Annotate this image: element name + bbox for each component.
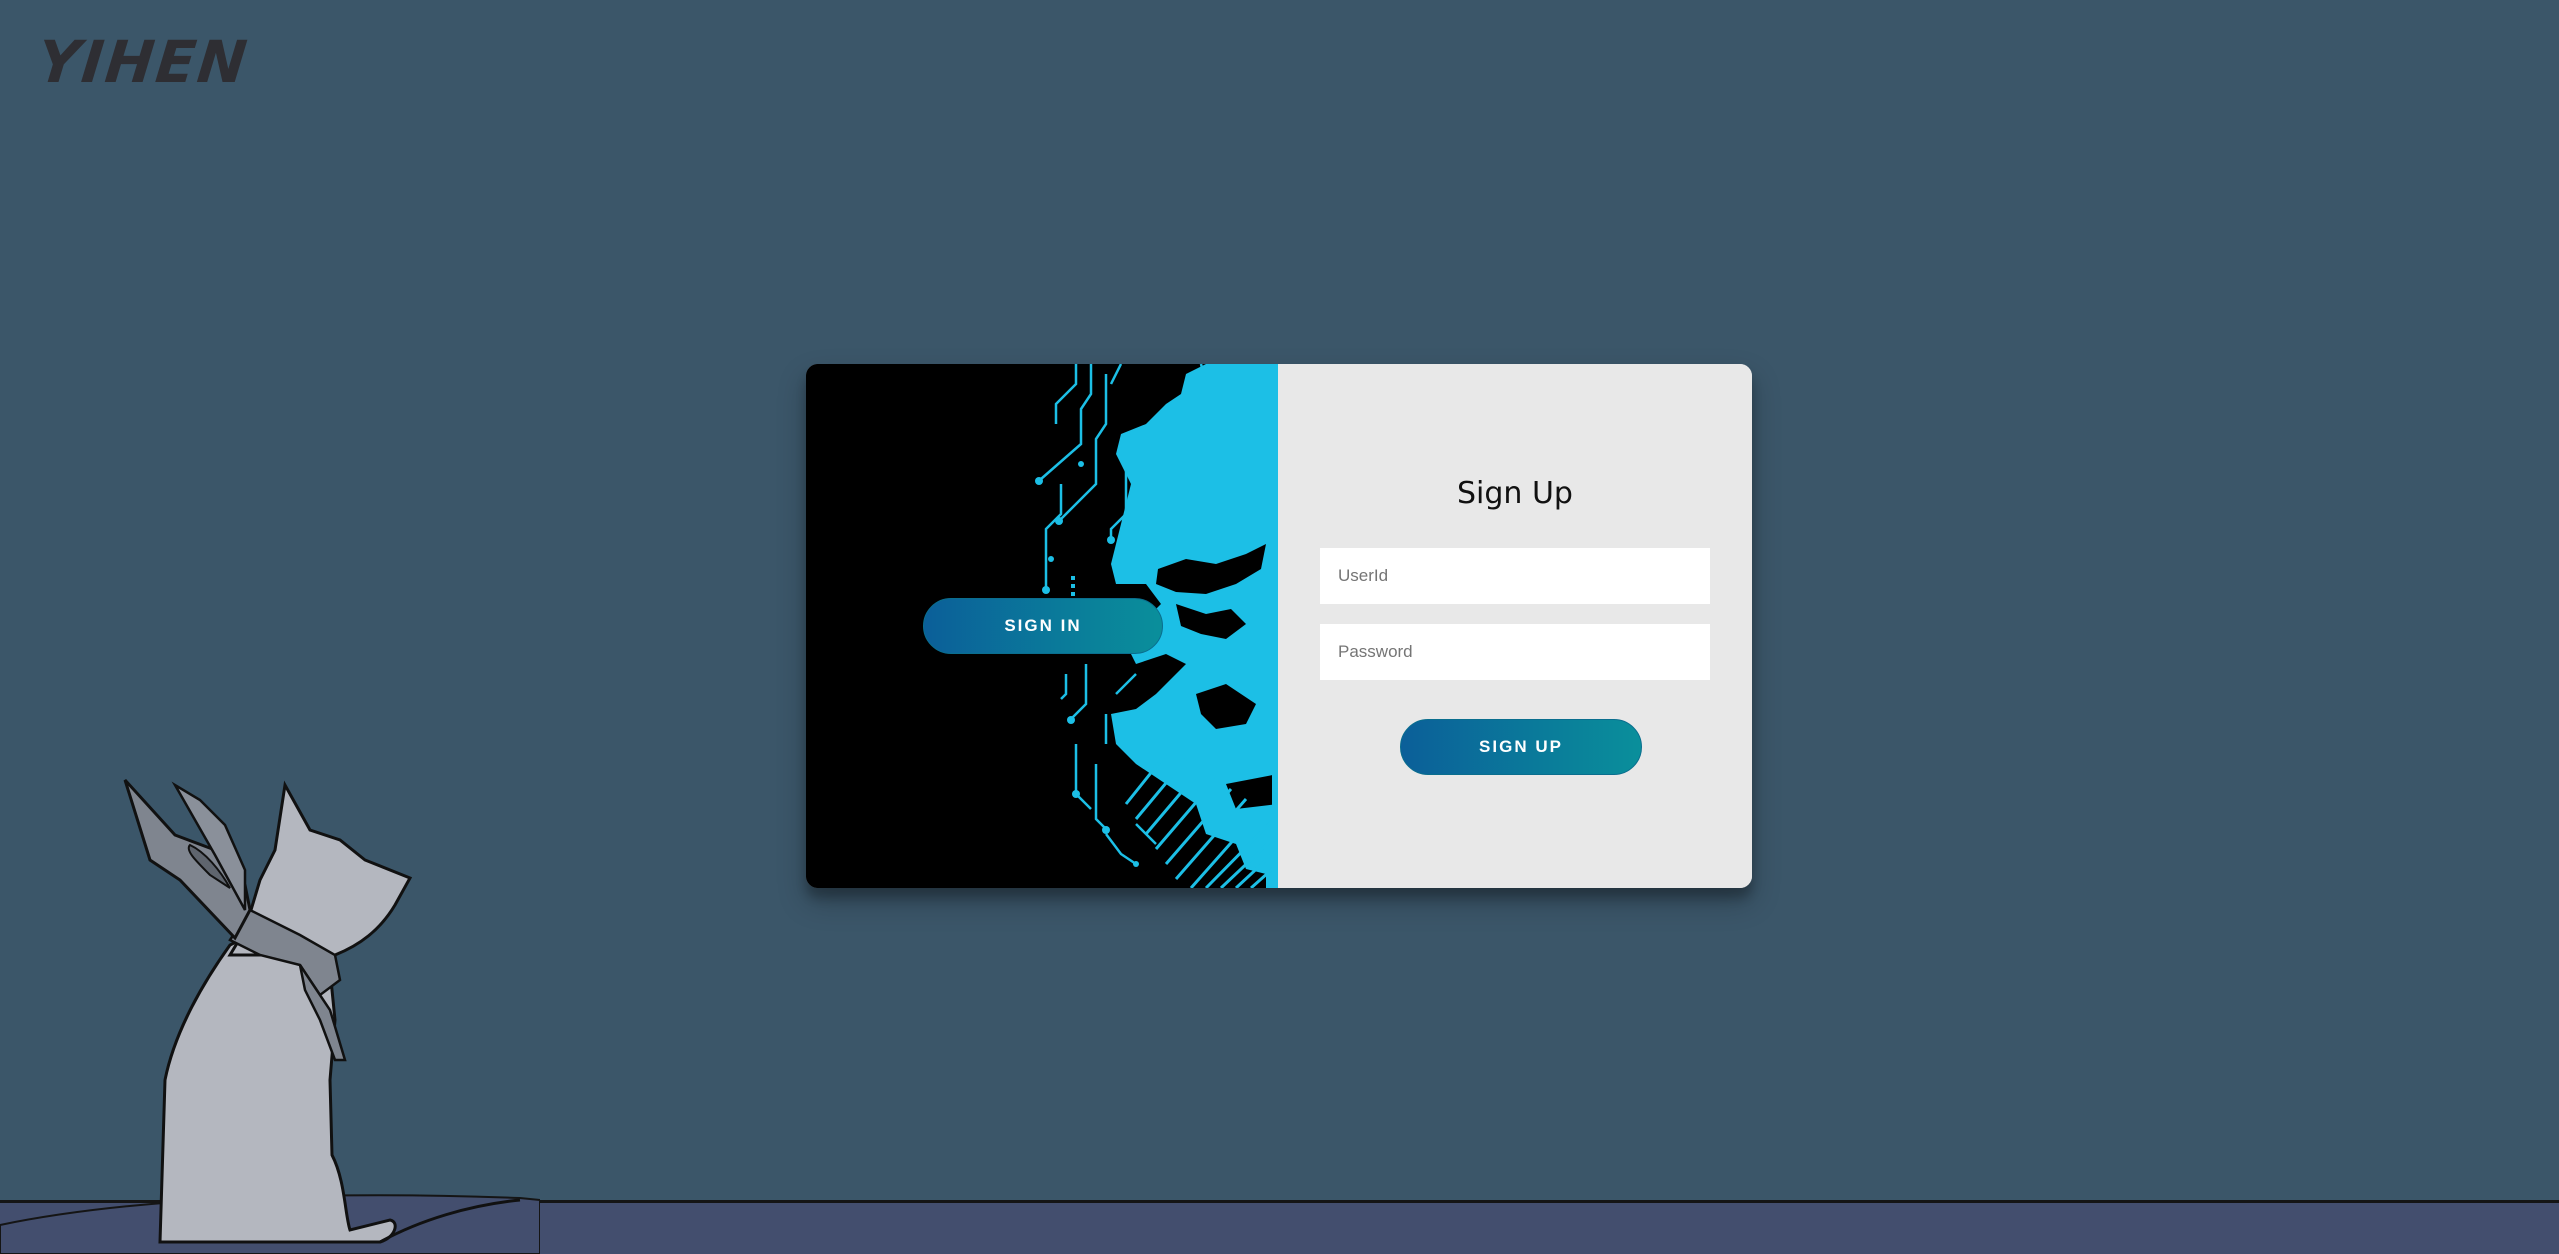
sign-up-button[interactable]: SIGN UP xyxy=(1400,719,1642,775)
cat-with-scarf-illustration xyxy=(0,778,540,1254)
signin-overlay-panel: SIGN IN xyxy=(806,364,1278,888)
brand-logo[interactable]: YIHEN xyxy=(34,28,251,96)
form-title: Sign Up xyxy=(1457,476,1573,511)
signup-form: Sign Up SIGN UP xyxy=(1278,364,1752,888)
password-field[interactable] xyxy=(1320,624,1710,680)
userid-field[interactable] xyxy=(1320,548,1710,604)
page: YIHEN SIGN IN Sign Up UserId SIGN UP xyxy=(0,0,2559,1254)
sign-in-button[interactable]: SIGN IN xyxy=(923,598,1163,654)
auth-card: SIGN IN Sign Up SIGN UP xyxy=(806,364,1752,888)
